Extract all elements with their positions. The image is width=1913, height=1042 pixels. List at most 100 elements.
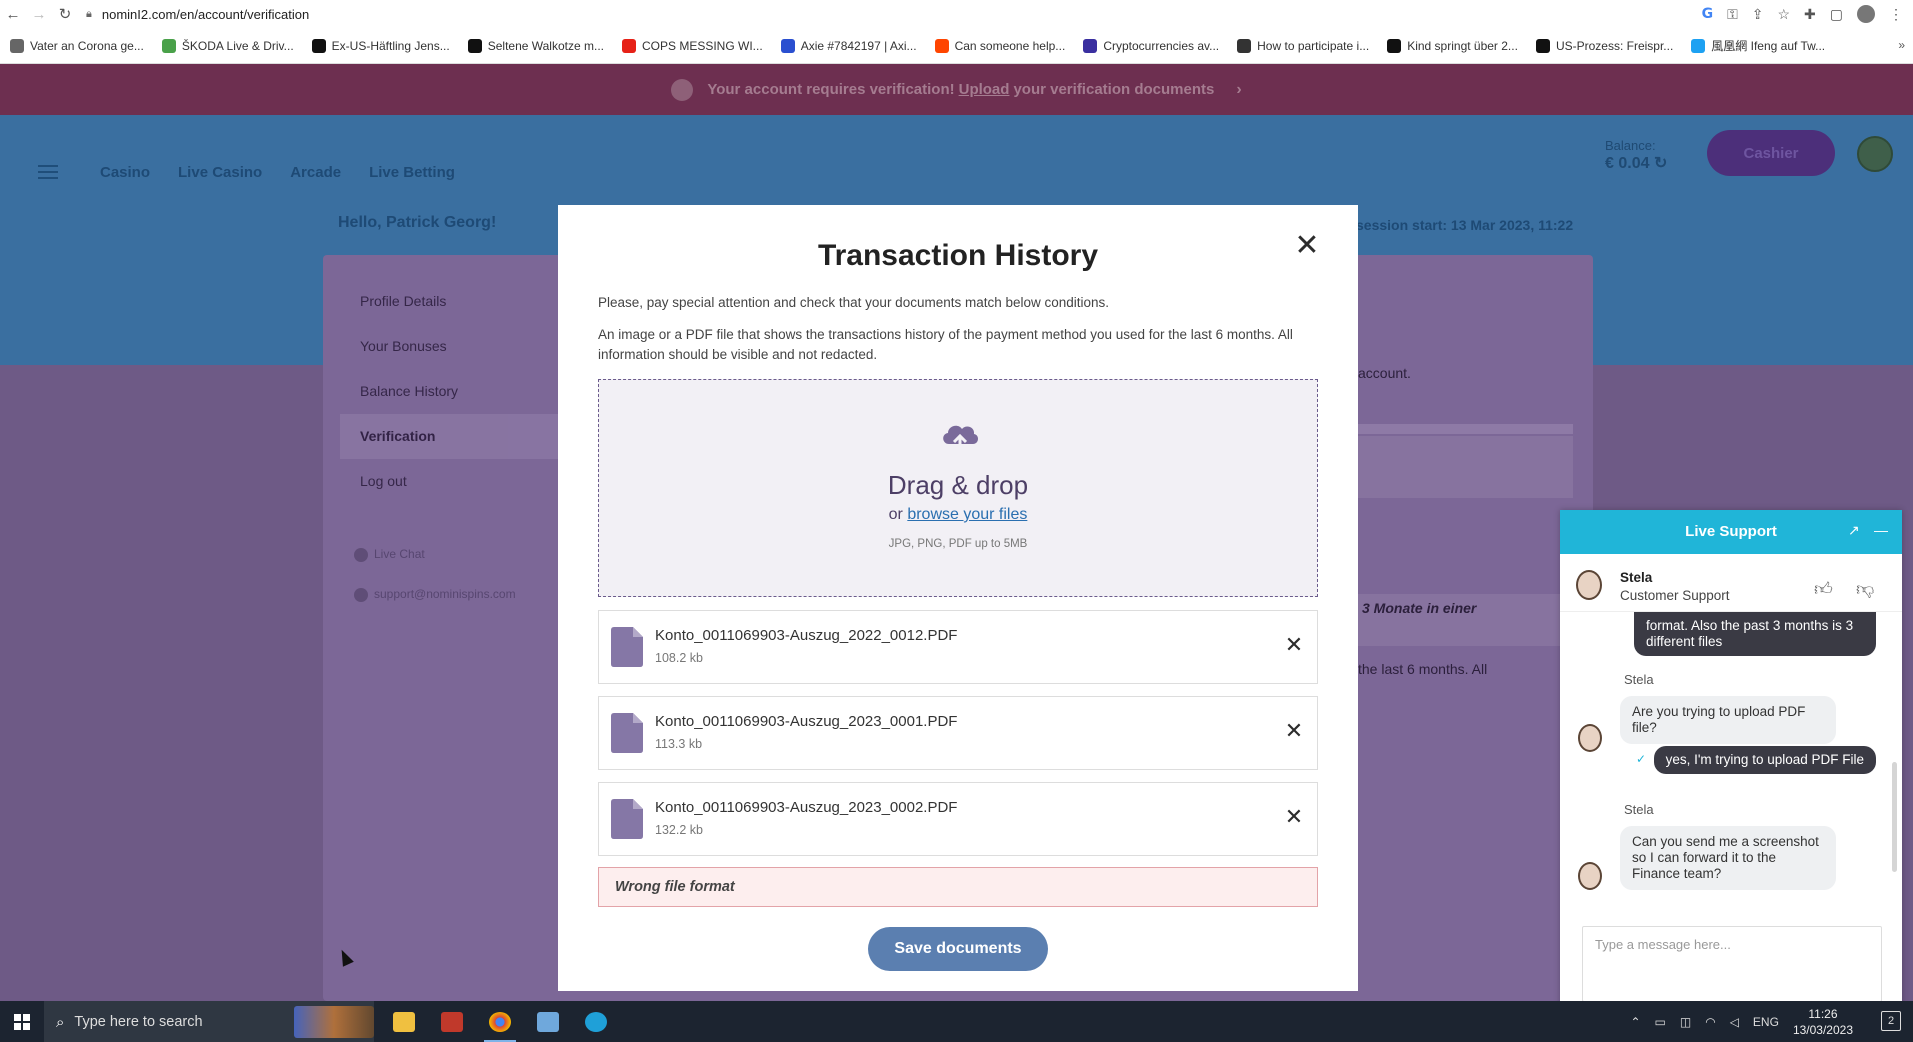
balance-display: Balance: € 0.04 ↻ <box>1605 138 1668 172</box>
live-support-widget: Live Support ↗ — Stela Customer Support … <box>1560 510 1902 1001</box>
bookmark-item[interactable]: COPS MESSING WI... <box>622 37 763 54</box>
bookmark-item[interactable]: Ex-US-Häftling Jens... <box>311 37 450 54</box>
wifi-icon[interactable]: ◠ <box>1705 1015 1715 1029</box>
bookmark-favicon-icon <box>934 38 949 53</box>
menu-log-out[interactable]: Log out <box>340 459 560 504</box>
message-input[interactable]: Type a message here... <box>1582 926 1882 1001</box>
file-item: Konto_0011069903-Auszug_2022_0012.PDF 10… <box>598 610 1318 684</box>
network-icon[interactable]: ◫ <box>1680 1015 1691 1029</box>
chat-scrollbar[interactable] <box>1892 762 1897 872</box>
google-icon[interactable]: G <box>1702 6 1714 22</box>
taskbar: ⌕ Type here to search ⌃ ▭ ◫ ◠ ◁ ENG 11:2… <box>0 1001 1913 1042</box>
taskbar-search[interactable]: ⌕ Type here to search <box>44 1001 374 1042</box>
bookmark-label: How to participate i... <box>1257 38 1370 53</box>
menu-verification[interactable]: Verification <box>340 414 560 459</box>
clock[interactable]: 11:26 13/03/2023 <box>1793 1006 1853 1038</box>
app-icon-blue[interactable] <box>524 1001 572 1042</box>
thumbs-up-icon[interactable]: 👍︎ <box>1814 578 1833 600</box>
bg-divider <box>1358 424 1573 434</box>
language-indicator[interactable]: ENG <box>1753 1015 1779 1029</box>
file-item: Konto_0011069903-Auszug_2023_0001.PDF 11… <box>598 696 1318 770</box>
menu-your-bonuses[interactable]: Your Bonuses <box>340 324 560 369</box>
battery-icon[interactable]: ▭ <box>1655 1015 1666 1029</box>
file-icon <box>611 799 643 839</box>
nav-casino[interactable]: Casino <box>100 164 150 181</box>
chrome-icon[interactable] <box>476 1001 524 1042</box>
reload-button[interactable]: ↻ <box>52 0 78 28</box>
cloud-upload-icon <box>943 425 979 452</box>
support-header: Live Support ↗ — <box>1560 510 1902 554</box>
bookmark-item[interactable]: Seltene Walkotze m... <box>467 37 604 54</box>
verification-banner[interactable]: Your account requires verification! Uplo… <box>0 64 1913 115</box>
bookmark-item[interactable]: Cryptocurrencies av... <box>1083 37 1219 54</box>
remove-file-icon[interactable]: ✕ <box>1279 717 1309 747</box>
agent-name: Stela <box>1620 570 1653 585</box>
key-icon[interactable]: ⚿ <box>1727 6 1738 23</box>
profile-avatar[interactable] <box>1857 5 1875 23</box>
bg-box <box>1358 436 1573 498</box>
nav-live-betting[interactable]: Live Betting <box>369 164 455 181</box>
chat-log[interactable]: format. Also the past 3 months is 3 diff… <box>1560 612 1902 912</box>
app-icon-red[interactable] <box>428 1001 476 1042</box>
browse-files-link[interactable]: browse your files <box>907 506 1027 523</box>
volume-icon[interactable]: ◁ <box>1730 1015 1739 1029</box>
minimize-icon[interactable]: — <box>1874 522 1888 538</box>
back-button[interactable]: ← <box>0 0 26 28</box>
start-button[interactable] <box>0 1001 44 1042</box>
refresh-icon[interactable]: ↻ <box>1654 155 1667 172</box>
notification-icon[interactable]: 2 <box>1881 1011 1901 1031</box>
nav-live-casino[interactable]: Live Casino <box>178 164 262 181</box>
remove-file-icon[interactable]: ✕ <box>1279 631 1309 661</box>
chat-sender-name: Stela <box>1624 672 1654 687</box>
thumbs-down-icon[interactable]: 👎︎ <box>1856 578 1874 600</box>
file-icon <box>611 713 643 753</box>
transaction-history-modal: Transaction History ✕ Please, pay specia… <box>558 205 1358 991</box>
chevron-right-icon[interactable]: » <box>1898 38 1905 52</box>
avatar <box>1578 724 1602 752</box>
upload-link[interactable]: Upload <box>959 81 1010 98</box>
bookmark-item[interactable]: ŠKODA Live & Driv... <box>161 37 294 54</box>
menu-balance-history[interactable]: Balance History <box>340 369 560 414</box>
chat-message-incoming: Can you send me a screenshot so I can fo… <box>1620 826 1836 890</box>
avatar[interactable] <box>1857 136 1893 172</box>
forward-button[interactable]: → <box>26 0 52 28</box>
nav-arcade[interactable]: Arcade <box>290 164 341 181</box>
bookmark-favicon-icon <box>1237 38 1252 53</box>
sidepanel-icon[interactable]: ▢ <box>1830 6 1843 23</box>
bookmark-favicon-icon <box>1691 38 1706 53</box>
menu-dots-icon[interactable]: ⋮ <box>1889 6 1903 23</box>
star-icon[interactable]: ☆ <box>1777 6 1790 23</box>
bookmark-label: Axie #7842197 | Axi... <box>800 38 917 53</box>
bookmark-item[interactable]: US-Prozess: Freispr... <box>1535 37 1673 54</box>
file-explorer-icon[interactable] <box>380 1001 428 1042</box>
edge-icon[interactable] <box>572 1001 620 1042</box>
bookmark-item[interactable]: Axie #7842197 | Axi... <box>780 37 917 54</box>
live-chat-link[interactable]: Live Chat <box>340 534 560 574</box>
file-size: 108.2 kb <box>655 651 703 665</box>
hamburger-icon[interactable] <box>38 165 58 179</box>
bookmark-item[interactable]: Kind springt über 2... <box>1387 37 1518 54</box>
chevron-up-icon[interactable]: ⌃ <box>1630 1015 1640 1029</box>
extensions-icon[interactable]: ✚ <box>1804 6 1816 23</box>
close-icon[interactable]: ✕ <box>1292 231 1322 261</box>
remove-file-icon[interactable]: ✕ <box>1279 803 1309 833</box>
file-dropzone[interactable]: Drag & drop or browse your files JPG, PN… <box>598 379 1318 597</box>
bookmark-item[interactable]: Vater an Corona ge... <box>10 37 144 54</box>
bookmark-favicon-icon <box>161 38 176 53</box>
save-documents-button[interactable]: Save documents <box>868 927 1048 971</box>
support-email-link[interactable]: support@nominispins.com <box>340 574 560 614</box>
share-icon[interactable]: ⇪ <box>1752 6 1764 23</box>
bookmark-favicon-icon <box>1535 38 1550 53</box>
bookmark-item[interactable]: How to participate i... <box>1237 37 1369 54</box>
greeting: Hello, Patrick Georg! <box>338 214 497 231</box>
popout-icon[interactable]: ↗ <box>1848 522 1860 539</box>
bookmarks-bar: Vater an Corona ge... ŠKODA Live & Driv..… <box>0 28 1913 64</box>
file-size: 113.3 kb <box>655 737 703 751</box>
url-text[interactable]: nominI2.com/en/account/verification <box>102 7 309 22</box>
address-bar[interactable]: 🔒︎ nominI2.com/en/account/verification <box>86 7 1702 22</box>
bookmark-item[interactable]: 風凰網 Ifeng auf Tw... <box>1691 37 1825 54</box>
menu-profile-details[interactable]: Profile Details <box>340 279 560 324</box>
bookmark-item[interactable]: Can someone help... <box>934 37 1065 54</box>
cashier-button[interactable]: Cashier <box>1707 130 1835 176</box>
chat-sender-name: Stela <box>1624 802 1654 817</box>
